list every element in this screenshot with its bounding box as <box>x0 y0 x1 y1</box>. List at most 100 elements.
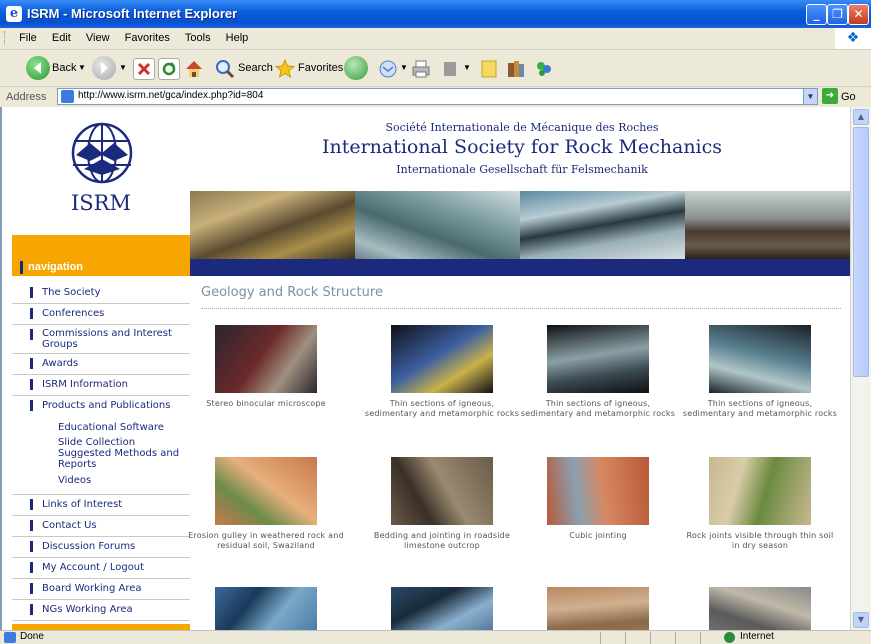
scroll-up-icon[interactable]: ▲ <box>853 109 869 125</box>
minimize-button[interactable]: _ <box>806 4 827 25</box>
sidebar-item-the-society[interactable]: The Society <box>12 283 190 304</box>
gallery-thumbnail[interactable] <box>391 587 493 630</box>
scroll-down-icon[interactable]: ▼ <box>853 612 869 628</box>
gallery-thumbnail[interactable] <box>215 325 317 393</box>
gallery-item[interactable]: Erosion gulley in weathered rock and res… <box>188 457 344 551</box>
sidebar-subitem-slide-collection[interactable]: Slide Collection <box>58 437 186 448</box>
sidebar-item-commissions[interactable]: Commissions and Interest Groups <box>12 325 190 354</box>
mail-icon[interactable] <box>377 58 397 78</box>
refresh-icon[interactable] <box>158 58 180 80</box>
gallery-thumbnail[interactable] <box>391 325 493 393</box>
go-arrow-icon[interactable]: ➔ <box>822 88 838 104</box>
gallery-thumbnail[interactable] <box>215 587 317 630</box>
menu-file[interactable]: File <box>13 28 43 44</box>
sidebar-item-label[interactable]: Contact Us <box>42 520 97 531</box>
gallery-item[interactable]: Cubic jointing <box>520 457 676 541</box>
home-icon[interactable] <box>183 58 203 78</box>
go-button-label[interactable]: Go <box>841 91 856 103</box>
gallery-item[interactable]: Thin sections of igneous, sedimentary an… <box>520 325 676 419</box>
sidebar-item-label[interactable]: Conferences <box>42 308 104 319</box>
gallery-thumbnail[interactable] <box>709 325 811 393</box>
menu-favorites[interactable]: Favorites <box>119 28 176 44</box>
search-button-label[interactable]: Search <box>238 55 273 81</box>
stop-icon[interactable] <box>133 58 155 80</box>
nav-marker <box>30 400 33 411</box>
gallery-item[interactable] <box>520 587 676 630</box>
sidebar-item-label[interactable]: Products and Publications <box>42 400 170 411</box>
gallery-thumbnail[interactable] <box>547 587 649 630</box>
address-dropdown-icon[interactable]: ▼ <box>803 88 818 105</box>
menu-tools[interactable]: Tools <box>179 28 217 44</box>
sidebar-item-label[interactable]: The Society <box>42 287 101 298</box>
address-label: Address <box>6 91 47 103</box>
vertical-scrollbar[interactable]: ▲ ▼ <box>850 107 871 630</box>
menu-view[interactable]: View <box>80 28 116 44</box>
address-input[interactable]: http://www.isrm.net/gca/index.php?id=804 <box>57 88 813 105</box>
scroll-thumb[interactable] <box>853 127 869 377</box>
back-dropdown-icon[interactable]: ▼ <box>78 55 86 81</box>
sidebar-item-my-account[interactable]: My Account / Logout <box>12 558 190 579</box>
nav-heading-marker <box>20 261 23 274</box>
gallery-item[interactable] <box>188 587 344 630</box>
favorites-star-icon[interactable] <box>274 58 296 79</box>
gallery-thumbnail[interactable] <box>709 587 811 630</box>
gallery-item[interactable] <box>364 587 520 630</box>
menu-edit[interactable]: Edit <box>46 28 77 44</box>
gallery-thumbnail[interactable] <box>547 325 649 393</box>
sidebar-item-discussion-forums[interactable]: Discussion Forums <box>12 537 190 558</box>
sidebar-item-ngs-working-area[interactable]: NGs Working Area <box>12 600 190 621</box>
sidebar-item-label[interactable]: My Account / Logout <box>42 562 144 573</box>
maximize-button[interactable]: ❐ <box>827 4 848 25</box>
edit-icon[interactable] <box>440 58 460 78</box>
history-icon[interactable] <box>344 56 368 80</box>
nav-marker <box>30 583 33 594</box>
gallery-thumbnail[interactable] <box>709 457 811 525</box>
edit-dropdown-icon[interactable]: ▼ <box>463 55 471 81</box>
research-icon[interactable] <box>505 58 525 78</box>
banner-photo-dam <box>355 191 520 259</box>
sidebar-item-contact-us[interactable]: Contact Us <box>12 516 190 537</box>
back-button-label[interactable]: Back <box>52 55 76 81</box>
sidebar-item-isrm-information[interactable]: ISRM Information <box>12 375 190 396</box>
gallery-item[interactable] <box>682 587 838 630</box>
gallery-item[interactable]: Thin sections of igneous, sedimentary an… <box>682 325 838 419</box>
sidebar-item-label[interactable]: NGs Working Area <box>42 604 133 615</box>
sidebar-item-label[interactable]: Awards <box>42 358 78 369</box>
forward-arrow-icon[interactable] <box>92 56 116 80</box>
gallery-thumbnail[interactable] <box>215 457 317 525</box>
sidebar-subitem-educational-software[interactable]: Educational Software <box>58 422 186 433</box>
favorites-button-label[interactable]: Favorites <box>298 55 343 81</box>
menu-bar: File Edit View Favorites Tools Help <box>0 28 871 50</box>
sidebar-item-label[interactable]: Discussion Forums <box>42 541 135 552</box>
sidebar-item-label[interactable]: Board Working Area <box>42 583 142 594</box>
sidebar-item-board-working-area[interactable]: Board Working Area <box>12 579 190 600</box>
gallery-item[interactable]: Rock joints visible through thin soil in… <box>682 457 838 551</box>
discuss-icon[interactable] <box>478 58 498 78</box>
status-separator <box>650 632 651 644</box>
print-icon[interactable] <box>410 58 430 78</box>
gallery-item[interactable]: Thin sections of igneous, sedimentary an… <box>364 325 520 419</box>
sidebar-item-products-publications[interactable]: Products and Publications Educational So… <box>12 396 190 495</box>
sidebar-item-awards[interactable]: Awards <box>12 354 190 375</box>
menu-help[interactable]: Help <box>220 28 255 44</box>
gallery-thumbnail[interactable] <box>391 457 493 525</box>
sidebar-item-label[interactable]: Links of Interest <box>42 499 122 510</box>
sidebar-subitem-suggested-methods[interactable]: Suggested Methods and Reports <box>58 448 186 470</box>
gallery-item[interactable]: Stereo binocular microscope <box>188 325 344 409</box>
close-button[interactable]: ✕ <box>848 4 869 25</box>
sidebar-item-label[interactable]: Commissions and Interest Groups <box>42 328 182 350</box>
forward-dropdown-icon[interactable]: ▼ <box>119 55 127 81</box>
messenger-icon[interactable] <box>533 58 553 78</box>
gallery-thumbnail[interactable] <box>547 457 649 525</box>
mail-dropdown-icon[interactable]: ▼ <box>400 55 408 81</box>
sidebar-item-conferences[interactable]: Conferences <box>12 304 190 325</box>
sidebar-item-label[interactable]: ISRM Information <box>42 379 128 390</box>
back-arrow-icon[interactable] <box>26 56 50 80</box>
address-url[interactable]: http://www.isrm.net/gca/index.php?id=804 <box>78 90 263 101</box>
address-bar: Address http://www.isrm.net/gca/index.ph… <box>0 87 871 108</box>
sidebar-item-links-of-interest[interactable]: Links of Interest <box>12 495 190 516</box>
isrm-logo-area[interactable]: ISRM <box>12 107 190 235</box>
search-icon[interactable] <box>214 58 235 79</box>
gallery-item[interactable]: Bedding and jointing in roadside limesto… <box>364 457 520 551</box>
sidebar-subitem-videos[interactable]: Videos <box>58 475 186 486</box>
